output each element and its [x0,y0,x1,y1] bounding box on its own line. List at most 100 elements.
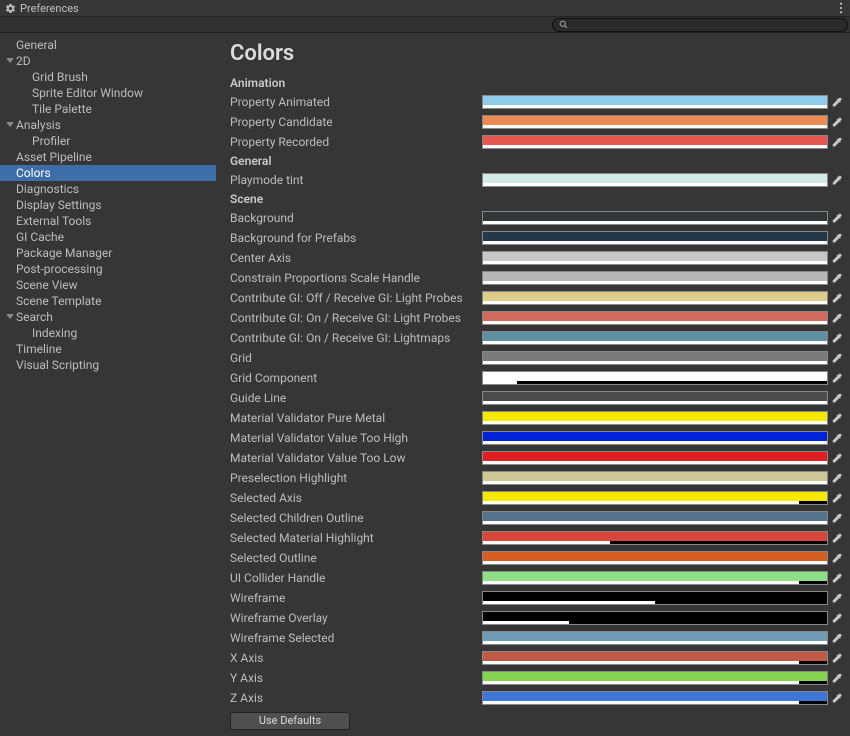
color-swatch[interactable] [482,251,828,265]
eyedropper-icon[interactable] [830,552,844,564]
sidebar-item-external-tools[interactable]: External Tools [0,213,216,229]
color-swatch[interactable] [482,411,828,425]
property-label: Selected Outline [230,551,482,565]
color-swatch[interactable] [482,451,828,465]
color-swatch[interactable] [482,173,828,187]
sidebar-item-timeline[interactable]: Timeline [0,341,216,357]
eyedropper-icon[interactable] [830,96,844,108]
eyedropper-icon[interactable] [830,472,844,484]
color-property-row: Selected Children Outline [230,508,844,528]
eyedropper-icon[interactable] [830,312,844,324]
property-label: Guide Line [230,391,482,405]
eyedropper-icon[interactable] [830,512,844,524]
color-property-row: Grid [230,348,844,368]
color-swatch[interactable] [482,511,828,525]
color-swatch[interactable] [482,531,828,545]
sidebar-item-indexing[interactable]: Indexing [0,325,216,341]
property-label: Material Validator Value Too High [230,431,482,445]
color-swatch[interactable] [482,211,828,225]
eyedropper-icon[interactable] [830,572,844,584]
sidebar-item-scene-template[interactable]: Scene Template [0,293,216,309]
eyedropper-icon[interactable] [830,174,844,186]
eyedropper-icon[interactable] [830,672,844,684]
color-swatch[interactable] [482,631,828,645]
eyedropper-icon[interactable] [830,452,844,464]
eyedropper-icon[interactable] [830,272,844,284]
eyedropper-icon[interactable] [830,592,844,604]
color-property-row: Contribute GI: Off / Receive GI: Light P… [230,288,844,308]
main-panel: Colors AnimationProperty AnimatedPropert… [216,33,850,736]
property-label: Y Axis [230,671,482,685]
color-swatch[interactable] [482,391,828,405]
color-swatch[interactable] [482,331,828,345]
eyedropper-icon[interactable] [830,252,844,264]
eyedropper-icon[interactable] [830,352,844,364]
eyedropper-icon[interactable] [830,212,844,224]
sidebar-item-gi-cache[interactable]: GI Cache [0,229,216,245]
property-label: Contribute GI: Off / Receive GI: Light P… [230,291,482,305]
sidebar-item-2d[interactable]: 2D [0,53,216,69]
eyedropper-icon[interactable] [830,332,844,344]
color-swatch[interactable] [482,351,828,365]
sidebar-item-visual-scripting[interactable]: Visual Scripting [0,357,216,373]
eyedropper-icon[interactable] [830,392,844,404]
eyedropper-icon[interactable] [830,492,844,504]
color-swatch[interactable] [482,471,828,485]
color-swatch[interactable] [482,491,828,505]
search-input[interactable] [552,18,848,32]
eyedropper-icon[interactable] [830,432,844,444]
eyedropper-icon[interactable] [830,136,844,148]
kebab-icon[interactable] [836,0,846,16]
sidebar-item-profiler[interactable]: Profiler [0,133,216,149]
sidebar-item-analysis[interactable]: Analysis [0,117,216,133]
sidebar-item-post-processing[interactable]: Post-processing [0,261,216,277]
eyedropper-icon[interactable] [830,612,844,624]
sidebar-item-scene-view[interactable]: Scene View [0,277,216,293]
sidebar-item-grid-brush[interactable]: Grid Brush [0,69,216,85]
color-swatch[interactable] [482,135,828,149]
color-swatch[interactable] [482,691,828,705]
eyedropper-icon[interactable] [830,372,844,384]
eyedropper-icon[interactable] [830,692,844,704]
color-property-row: Background [230,208,844,228]
color-swatch[interactable] [482,591,828,605]
gear-icon [5,3,16,14]
eyedropper-icon[interactable] [830,632,844,644]
use-defaults-button[interactable]: Use Defaults [230,712,350,730]
sidebar-item-asset-pipeline[interactable]: Asset Pipeline [0,149,216,165]
eyedropper-icon[interactable] [830,116,844,128]
color-swatch[interactable] [482,115,828,129]
color-swatch[interactable] [482,551,828,565]
eyedropper-icon[interactable] [830,652,844,664]
toolbar [0,17,850,33]
property-label: Grid Component [230,371,482,385]
sidebar-item-colors[interactable]: Colors [0,165,216,181]
color-swatch[interactable] [482,611,828,625]
color-swatch[interactable] [482,271,828,285]
color-swatch[interactable] [482,671,828,685]
color-swatch[interactable] [482,431,828,445]
color-swatch[interactable] [482,311,828,325]
color-swatch[interactable] [482,571,828,585]
property-label: Grid [230,351,482,365]
eyedropper-icon[interactable] [830,532,844,544]
sidebar-item-sprite-editor-window[interactable]: Sprite Editor Window [0,85,216,101]
eyedropper-icon[interactable] [830,292,844,304]
sidebar-item-package-manager[interactable]: Package Manager [0,245,216,261]
color-swatch[interactable] [482,231,828,245]
sidebar-item-diagnostics[interactable]: Diagnostics [0,181,216,197]
eyedropper-icon[interactable] [830,412,844,424]
sidebar-item-search[interactable]: Search [0,309,216,325]
window-title: Preferences [20,2,79,15]
color-property-row: Selected Material Highlight [230,528,844,548]
property-label: UI Collider Handle [230,571,482,585]
color-swatch[interactable] [482,291,828,305]
sidebar-item-general[interactable]: General [0,37,216,53]
sidebar-item-tile-palette[interactable]: Tile Palette [0,101,216,117]
color-swatch[interactable] [482,651,828,665]
sidebar-item-display-settings[interactable]: Display Settings [0,197,216,213]
color-property-row: Guide Line [230,388,844,408]
color-swatch[interactable] [482,95,828,109]
color-swatch[interactable] [482,371,828,385]
eyedropper-icon[interactable] [830,232,844,244]
